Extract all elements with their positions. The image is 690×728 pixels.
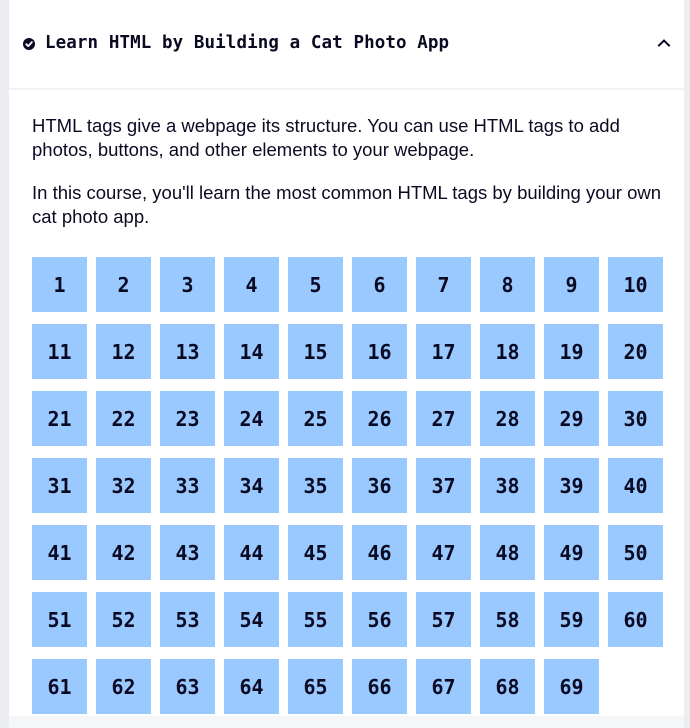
check-circle-icon <box>23 38 35 50</box>
step-button[interactable]: 17 <box>416 324 471 379</box>
step-button[interactable]: 19 <box>544 324 599 379</box>
step-button[interactable]: 53 <box>160 592 215 647</box>
block-description-course: In this course, you'll learn the most co… <box>32 182 662 227</box>
block-header-toggle[interactable]: Learn HTML by Building a Cat Photo App <box>9 0 684 90</box>
step-button[interactable]: 12 <box>96 324 151 379</box>
step-button[interactable]: 55 <box>288 592 343 647</box>
step-button[interactable]: 15 <box>288 324 343 379</box>
step-button[interactable]: 29 <box>544 391 599 446</box>
card-footer-divider <box>9 716 684 728</box>
step-button[interactable]: 61 <box>32 659 87 714</box>
step-button[interactable]: 36 <box>352 458 407 513</box>
block-title: Learn HTML by Building a Cat Photo App <box>45 33 450 53</box>
block-description-intro: HTML tags give a webpage its structure. … <box>32 115 620 160</box>
step-button[interactable]: 42 <box>96 525 151 580</box>
step-button[interactable]: 32 <box>96 458 151 513</box>
step-button[interactable]: 30 <box>608 391 663 446</box>
step-button[interactable]: 2 <box>96 257 151 312</box>
step-button[interactable]: 13 <box>160 324 215 379</box>
step-button[interactable]: 54 <box>224 592 279 647</box>
step-button[interactable]: 8 <box>480 257 535 312</box>
step-button[interactable]: 46 <box>352 525 407 580</box>
step-button[interactable]: 65 <box>288 659 343 714</box>
step-button[interactable]: 35 <box>288 458 343 513</box>
step-button[interactable]: 50 <box>608 525 663 580</box>
step-button[interactable]: 56 <box>352 592 407 647</box>
step-button[interactable]: 58 <box>480 592 535 647</box>
step-button[interactable]: 45 <box>288 525 343 580</box>
step-button[interactable]: 5 <box>288 257 343 312</box>
step-button[interactable]: 64 <box>224 659 279 714</box>
step-button[interactable]: 24 <box>224 391 279 446</box>
step-button[interactable]: 62 <box>96 659 151 714</box>
step-button[interactable]: 41 <box>32 525 87 580</box>
step-button[interactable]: 21 <box>32 391 87 446</box>
step-button[interactable]: 28 <box>480 391 535 446</box>
step-button[interactable]: 26 <box>352 391 407 446</box>
step-button[interactable]: 44 <box>224 525 279 580</box>
step-button[interactable]: 69 <box>544 659 599 714</box>
step-button[interactable]: 59 <box>544 592 599 647</box>
step-button[interactable]: 48 <box>480 525 535 580</box>
step-button[interactable]: 38 <box>480 458 535 513</box>
step-button[interactable]: 3 <box>160 257 215 312</box>
step-button[interactable]: 14 <box>224 324 279 379</box>
step-button[interactable]: 22 <box>96 391 151 446</box>
step-button[interactable]: 68 <box>480 659 535 714</box>
step-button[interactable]: 47 <box>416 525 471 580</box>
step-button[interactable]: 1 <box>32 257 87 312</box>
step-button[interactable]: 52 <box>96 592 151 647</box>
step-button[interactable]: 60 <box>608 592 663 647</box>
superblock-card: Learn HTML by Building a Cat Photo App H… <box>9 0 684 728</box>
step-button[interactable]: 20 <box>608 324 663 379</box>
step-button[interactable]: 27 <box>416 391 471 446</box>
chevron-up-icon[interactable] <box>657 38 671 48</box>
step-button[interactable]: 6 <box>352 257 407 312</box>
step-button[interactable]: 37 <box>416 458 471 513</box>
step-button[interactable]: 23 <box>160 391 215 446</box>
step-button[interactable]: 9 <box>544 257 599 312</box>
step-button[interactable]: 33 <box>160 458 215 513</box>
step-button[interactable]: 34 <box>224 458 279 513</box>
step-button[interactable]: 51 <box>32 592 87 647</box>
step-button[interactable]: 39 <box>544 458 599 513</box>
step-button[interactable]: 16 <box>352 324 407 379</box>
step-grid: 1 2 3 4 5 6 7 8 9 10 11 12 13 14 15 16 17 18 19 20 21 22 23 24 2… <box>32 257 672 714</box>
step-button[interactable]: 63 <box>160 659 215 714</box>
step-button[interactable]: 57 <box>416 592 471 647</box>
step-button[interactable]: 66 <box>352 659 407 714</box>
step-button[interactable]: 31 <box>32 458 87 513</box>
step-button[interactable]: 43 <box>160 525 215 580</box>
step-button[interactable]: 40 <box>608 458 663 513</box>
step-button[interactable]: 11 <box>32 324 87 379</box>
step-button[interactable]: 49 <box>544 525 599 580</box>
step-button[interactable]: 7 <box>416 257 471 312</box>
step-button[interactable]: 4 <box>224 257 279 312</box>
step-button[interactable]: 18 <box>480 324 535 379</box>
step-button[interactable]: 25 <box>288 391 343 446</box>
step-button[interactable]: 10 <box>608 257 663 312</box>
step-button[interactable]: 67 <box>416 659 471 714</box>
